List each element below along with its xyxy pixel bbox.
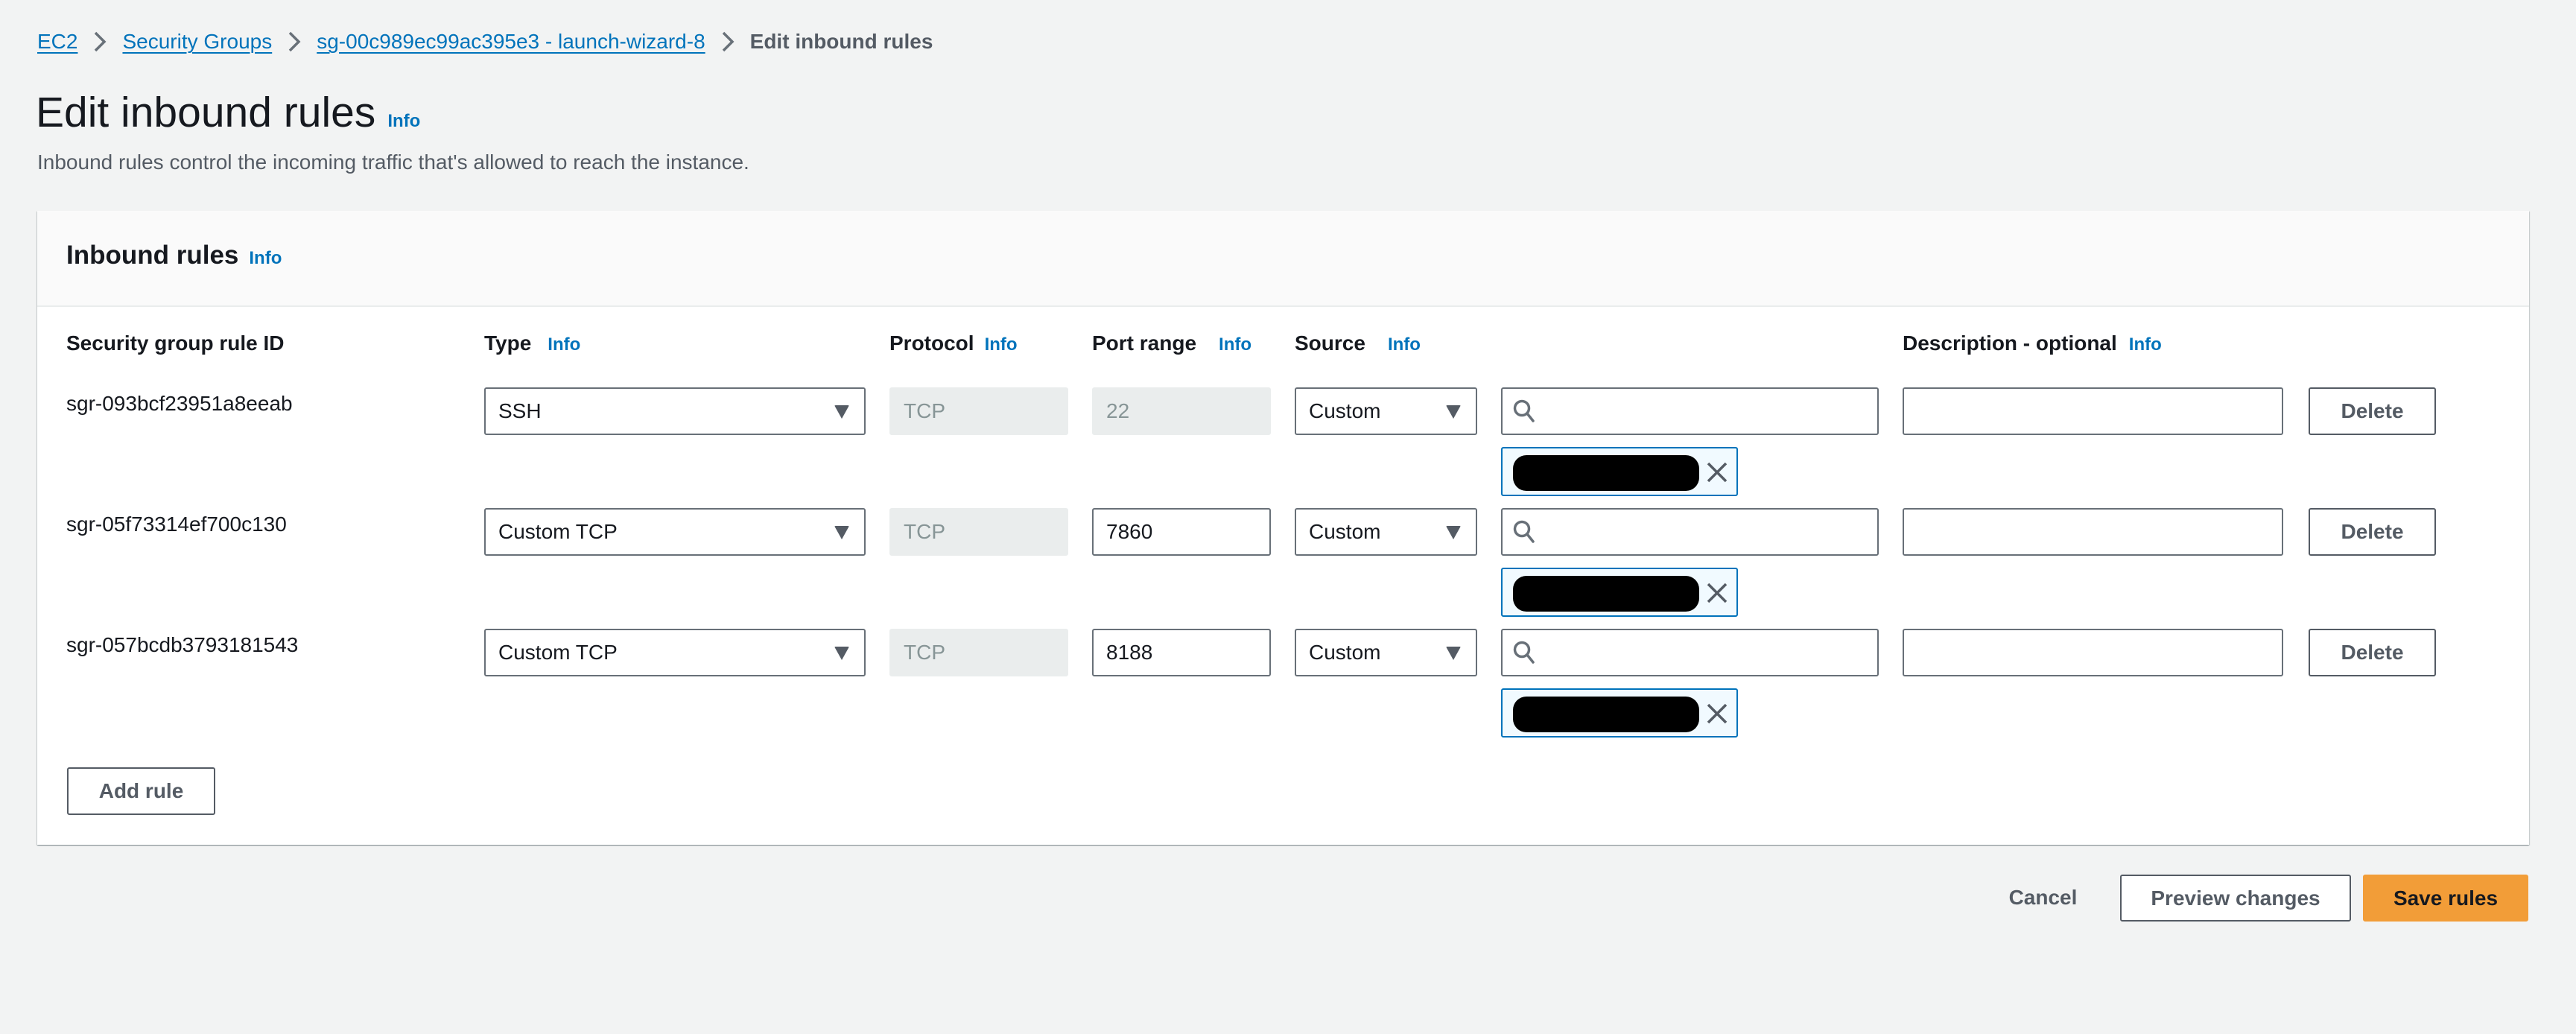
breadcrumb-security-groups[interactable]: Security Groups bbox=[122, 30, 272, 54]
description-info-link[interactable]: Info bbox=[2129, 334, 2162, 355]
description-input[interactable] bbox=[1903, 387, 2283, 435]
page-title-text: Edit inbound rules bbox=[36, 89, 376, 136]
type-select-value: Custom TCP bbox=[498, 641, 618, 664]
caret-down-icon bbox=[1446, 526, 1461, 539]
column-header-label: Security group rule ID bbox=[66, 332, 285, 355]
redacted-token-label bbox=[1513, 697, 1699, 732]
type-select-value: SSH bbox=[498, 399, 542, 422]
chevron-right-icon bbox=[722, 31, 735, 52]
description-input[interactable] bbox=[1903, 629, 2283, 676]
source-select[interactable]: Custom bbox=[1295, 508, 1477, 556]
caret-down-icon bbox=[1446, 647, 1461, 660]
port-range-value: 8188 bbox=[1106, 641, 1153, 664]
type-info-link[interactable]: Info bbox=[548, 334, 580, 355]
column-header-label: Protocol bbox=[889, 332, 974, 355]
protocol-field: TCP bbox=[889, 508, 1068, 556]
source-select-value: Custom bbox=[1309, 399, 1381, 422]
rule-id: sgr-093bcf23951a8eeab bbox=[66, 392, 293, 415]
protocol-field: TCP bbox=[889, 629, 1068, 676]
preview-changes-button[interactable]: Preview changes bbox=[2120, 875, 2351, 922]
redacted-token-label bbox=[1513, 576, 1699, 612]
delete-rule-button[interactable]: Delete bbox=[2309, 387, 2436, 435]
chevron-right-icon bbox=[95, 31, 107, 52]
source-info-link[interactable]: Info bbox=[1388, 334, 1421, 355]
source-select[interactable]: Custom bbox=[1295, 629, 1477, 676]
close-icon[interactable] bbox=[1702, 457, 1732, 487]
column-header-source: Source Info bbox=[1295, 332, 1421, 355]
column-header-label: Source bbox=[1295, 332, 1365, 355]
column-header-protocol: Protocol Info bbox=[889, 332, 1018, 355]
source-token bbox=[1501, 568, 1738, 617]
caret-down-icon bbox=[834, 647, 849, 660]
breadcrumb-security-group[interactable]: sg-00c989ec99ac395e3 - launch-wizard-8 bbox=[317, 30, 705, 54]
column-header-label: Description - optional bbox=[1903, 332, 2117, 355]
column-header-rule-id: Security group rule ID bbox=[66, 332, 285, 355]
source-token bbox=[1501, 688, 1738, 738]
type-select[interactable]: SSH bbox=[484, 387, 866, 435]
cancel-button[interactable]: Cancel bbox=[1989, 875, 2097, 921]
page-description: Inbound rules control the incoming traff… bbox=[37, 150, 749, 174]
source-select-value: Custom bbox=[1309, 641, 1381, 664]
delete-rule-button[interactable]: Delete bbox=[2309, 629, 2436, 676]
protocol-info-link[interactable]: Info bbox=[985, 334, 1018, 355]
type-select[interactable]: Custom TCP bbox=[484, 508, 866, 556]
protocol-value: TCP bbox=[904, 641, 945, 664]
port-range-input: 22 bbox=[1092, 387, 1271, 435]
panel-header: Inbound rules Info bbox=[37, 211, 2529, 307]
add-rule-button[interactable]: Add rule bbox=[67, 767, 215, 815]
source-select-value: Custom bbox=[1309, 520, 1381, 543]
type-select-value: Custom TCP bbox=[498, 520, 618, 543]
rule-id: sgr-05f73314ef700c130 bbox=[66, 513, 287, 536]
chevron-right-icon bbox=[288, 31, 301, 52]
protocol-value: TCP bbox=[904, 399, 945, 422]
caret-down-icon bbox=[834, 405, 849, 419]
page-info-link[interactable]: Info bbox=[387, 111, 420, 132]
port-range-value: 7860 bbox=[1106, 520, 1153, 543]
port-range-input[interactable]: 7860 bbox=[1092, 508, 1271, 556]
type-select[interactable]: Custom TCP bbox=[484, 629, 866, 676]
breadcrumb-ec2[interactable]: EC2 bbox=[37, 30, 77, 54]
panel-title-text: Inbound rules bbox=[66, 241, 239, 270]
delete-rule-button[interactable]: Delete bbox=[2309, 508, 2436, 556]
rule-id: sgr-057bcdb3793181543 bbox=[66, 633, 299, 656]
search-icon bbox=[1513, 399, 1535, 422]
column-header-type: Type Info bbox=[484, 332, 580, 355]
inbound-rules-panel: Inbound rules Info Security group rule I… bbox=[37, 211, 2529, 845]
column-header-description: Description - optional Info bbox=[1903, 332, 2162, 355]
column-header-label: Port range bbox=[1092, 332, 1197, 355]
page-title: Edit inbound rules Info bbox=[36, 88, 420, 137]
redacted-token-label bbox=[1513, 455, 1699, 491]
caret-down-icon bbox=[834, 526, 849, 539]
source-search-input[interactable] bbox=[1501, 387, 1879, 435]
search-icon bbox=[1513, 520, 1535, 543]
description-input[interactable] bbox=[1903, 508, 2283, 556]
breadcrumb: EC2 Security Groups sg-00c989ec99ac395e3… bbox=[37, 27, 933, 57]
source-select[interactable]: Custom bbox=[1295, 387, 1477, 435]
port-range-input[interactable]: 8188 bbox=[1092, 629, 1271, 676]
breadcrumb-current: Edit inbound rules bbox=[749, 30, 933, 53]
panel-title: Inbound rules Info bbox=[66, 241, 282, 270]
column-header-label: Type bbox=[484, 332, 532, 355]
protocol-value: TCP bbox=[904, 520, 945, 543]
save-rules-button[interactable]: Save rules bbox=[2363, 875, 2528, 922]
source-search-input[interactable] bbox=[1501, 508, 1879, 556]
source-search-input[interactable] bbox=[1501, 629, 1879, 676]
close-icon[interactable] bbox=[1702, 578, 1732, 608]
caret-down-icon bbox=[1446, 405, 1461, 419]
search-icon bbox=[1513, 641, 1535, 664]
port-range-value: 22 bbox=[1106, 399, 1130, 422]
panel-info-link[interactable]: Info bbox=[249, 248, 282, 269]
protocol-field: TCP bbox=[889, 387, 1068, 435]
source-token bbox=[1501, 447, 1738, 496]
column-header-port-range: Port range Info bbox=[1092, 332, 1251, 355]
port-range-info-link[interactable]: Info bbox=[1219, 334, 1251, 355]
close-icon[interactable] bbox=[1702, 699, 1732, 729]
